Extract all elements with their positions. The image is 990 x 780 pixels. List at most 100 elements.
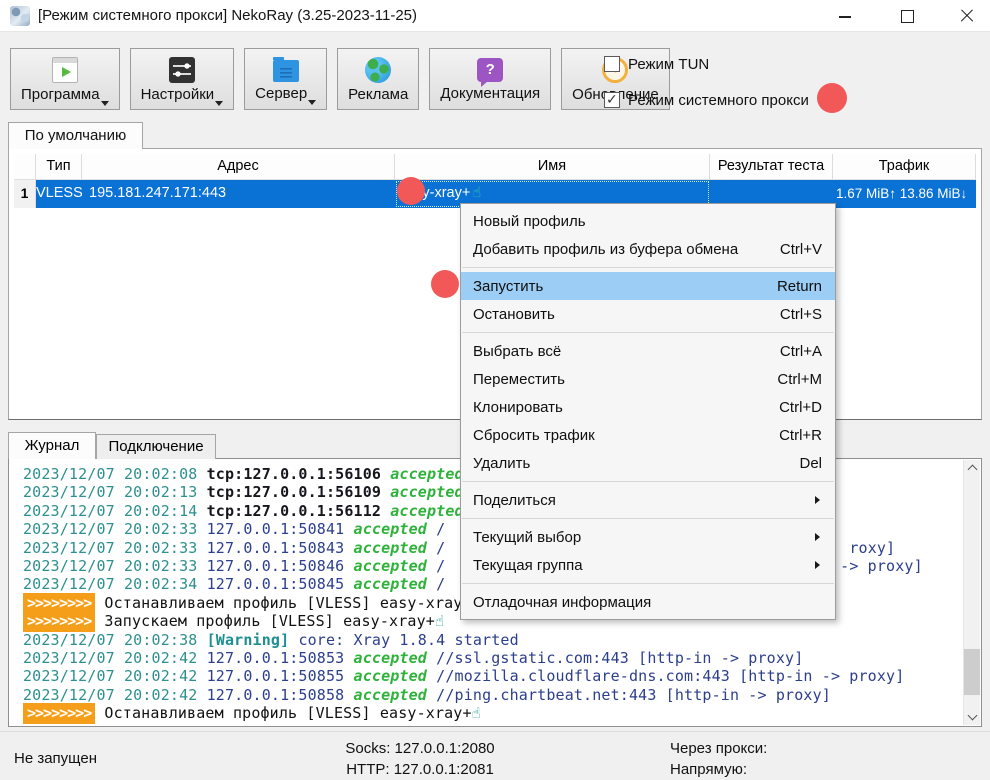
menu-item-shortcut: Ctrl+M [777, 371, 822, 388]
menu-item-запустить[interactable]: ЗапуститьReturn [461, 272, 835, 300]
checkbox-system-proxy-label: Режим системного прокси [628, 92, 809, 109]
menu-item-label: Клонировать [473, 399, 779, 416]
click-annotation [397, 177, 425, 205]
menu-item-переместить[interactable]: ПереместитьCtrl+M [461, 365, 835, 393]
toolbar-button-label: Документация [440, 85, 540, 103]
menu-item-добавить-профиль-из-буфера-обмена[interactable]: Добавить профиль из буфера обменаCtrl+V [461, 235, 835, 263]
status-socks: Socks: 127.0.0.1:2080 [300, 738, 540, 759]
menu-item-shortcut: Del [799, 455, 822, 472]
toolbar-button-label: Реклама [348, 86, 408, 104]
group-tab-default[interactable]: По умолчанию [8, 122, 143, 149]
column-header-name[interactable]: Имя [395, 154, 710, 179]
column-header-traffic[interactable]: Трафик [833, 154, 976, 179]
log-line: 2023/12/07 20:02:42 127.0.0.1:50855 acce… [23, 667, 963, 685]
log-chevron-badge: >>>>>>>> [23, 611, 95, 632]
menu-item-label: Новый профиль [473, 213, 822, 230]
column-header-test[interactable]: Результат теста [710, 154, 833, 179]
menu-separator [462, 332, 834, 333]
submenu-arrow-icon [815, 561, 820, 569]
status-via-proxy: Через прокси: [670, 738, 767, 759]
status-traffic-labels: Через прокси: Напрямую: [670, 738, 767, 780]
scrollbar-thumb[interactable] [964, 649, 980, 695]
program-window-icon [52, 57, 78, 83]
log-line: 2023/12/07 20:02:42 127.0.0.1:50858 acce… [23, 686, 963, 704]
minimize-icon[interactable] [822, 0, 868, 32]
menu-item-label: Текущий выбор [473, 529, 815, 546]
click-annotation [431, 270, 459, 298]
globe-icon [365, 57, 391, 83]
toolbar-button-settings[interactable]: Настройки [130, 48, 235, 110]
dropdown-arrow-icon [308, 100, 316, 105]
menu-item-клонировать[interactable]: КлонироватьCtrl+D [461, 393, 835, 421]
pointing-hand-icon: ☝ [472, 704, 481, 722]
scroll-down-icon[interactable] [964, 708, 981, 725]
menu-item-удалить[interactable]: УдалитьDel [461, 449, 835, 477]
toolbar-button-program[interactable]: Программа [10, 48, 120, 110]
status-direct: Напрямую: [670, 759, 767, 780]
menu-item-shortcut: Ctrl+D [779, 399, 822, 416]
menu-item-новый-профиль[interactable]: Новый профиль [461, 207, 835, 235]
column-header-type[interactable]: Тип [36, 154, 82, 179]
table-header-gutter [14, 154, 36, 179]
title-bar: [Режим системного прокси] NekoRay (3.25-… [0, 0, 990, 32]
checkbox-box[interactable] [604, 92, 620, 108]
menu-item-label: Сбросить трафик [473, 427, 779, 444]
tab-connections[interactable]: Подключение [96, 434, 216, 459]
maximize-icon[interactable] [884, 0, 930, 32]
status-listen-addresses: Socks: 127.0.0.1:2080 HTTP: 127.0.0.1:20… [300, 738, 540, 780]
dropdown-arrow-icon [101, 101, 109, 106]
menu-item-shortcut: Ctrl+A [780, 343, 822, 360]
server-folder-icon [273, 60, 299, 82]
menu-item-label: Выбрать всё [473, 343, 780, 360]
menu-item-отладочная-информация[interactable]: Отладочная информация [461, 588, 835, 616]
log-line: 2023/12/07 20:02:42 127.0.0.1:50853 acce… [23, 649, 963, 667]
menu-separator [462, 481, 834, 482]
cell-traffic[interactable]: 1.67 MiB↑ 13.86 MiB↓ [833, 180, 976, 208]
log-line: >>>>>>>> Останавливаем профиль [VLESS] e… [23, 704, 963, 722]
cell-address[interactable]: 195.181.247.171:443 [82, 180, 395, 208]
app-window: [Режим системного прокси] NekoRay (3.25-… [0, 0, 990, 780]
close-icon[interactable] [944, 0, 990, 32]
log-chevron-badge: >>>>>>>> [23, 703, 95, 724]
profiles-table[interactable]: ТипАдресИмяРезультат тестаТрафик 1VLESS1… [14, 154, 976, 208]
scrollbar[interactable] [963, 460, 980, 725]
cell-type[interactable]: VLESS [36, 180, 82, 208]
toolbar-button-ads[interactable]: Реклама [337, 48, 419, 110]
status-bar: Не запущен Socks: 127.0.0.1:2080 HTTP: 1… [0, 731, 990, 780]
checkbox-box[interactable] [604, 56, 620, 72]
menu-item-выбрать-всё[interactable]: Выбрать всёCtrl+A [461, 337, 835, 365]
menu-item-текущий-выбор[interactable]: Текущий выбор [461, 523, 835, 551]
menu-item-shortcut: Ctrl+R [779, 427, 822, 444]
table-header[interactable]: ТипАдресИмяРезультат тестаТрафик [14, 154, 976, 180]
menu-item-shortcut: Ctrl+S [780, 306, 822, 323]
app-icon [10, 6, 30, 26]
row-number: 1 [14, 180, 36, 208]
column-header-addr[interactable]: Адрес [82, 154, 395, 179]
menu-separator [462, 518, 834, 519]
menu-item-label: Удалить [473, 455, 799, 472]
status-http: HTTP: 127.0.0.1:2081 [300, 759, 540, 780]
menu-item-label: Добавить профиль из буфера обмена [473, 241, 780, 258]
submenu-arrow-icon [815, 533, 820, 541]
tab-log[interactable]: Журнал [8, 432, 96, 459]
menu-item-label: Текущая группа [473, 557, 815, 574]
menu-item-сбросить-трафик[interactable]: Сбросить трафикCtrl+R [461, 421, 835, 449]
menu-item-shortcut: Ctrl+V [780, 241, 822, 258]
checkbox-system-proxy-mode[interactable]: Режим системного прокси [604, 90, 809, 110]
pointing-hand-icon: ☝ [472, 185, 481, 201]
menu-item-остановить[interactable]: ОстановитьCtrl+S [461, 300, 835, 328]
menu-item-поделиться[interactable]: Поделиться [461, 486, 835, 514]
toolbar-button-label: Программа [21, 86, 109, 104]
toolbar-button-docs[interactable]: ?Документация [429, 48, 551, 110]
toolbar-button-label: Сервер [255, 85, 316, 103]
menu-separator [462, 583, 834, 584]
scroll-up-icon[interactable] [964, 460, 981, 477]
menu-item-label: Отладочная информация [473, 594, 822, 611]
checkbox-tun-mode[interactable]: Режим TUN [604, 54, 709, 74]
menu-item-текущая-группа[interactable]: Текущая группа [461, 551, 835, 579]
dropdown-arrow-icon [215, 101, 223, 106]
toolbar-button-server[interactable]: Сервер [244, 48, 327, 110]
pointing-hand-icon: ☝ [435, 612, 444, 630]
menu-item-shortcut: Return [777, 278, 822, 295]
menu-separator [462, 267, 834, 268]
